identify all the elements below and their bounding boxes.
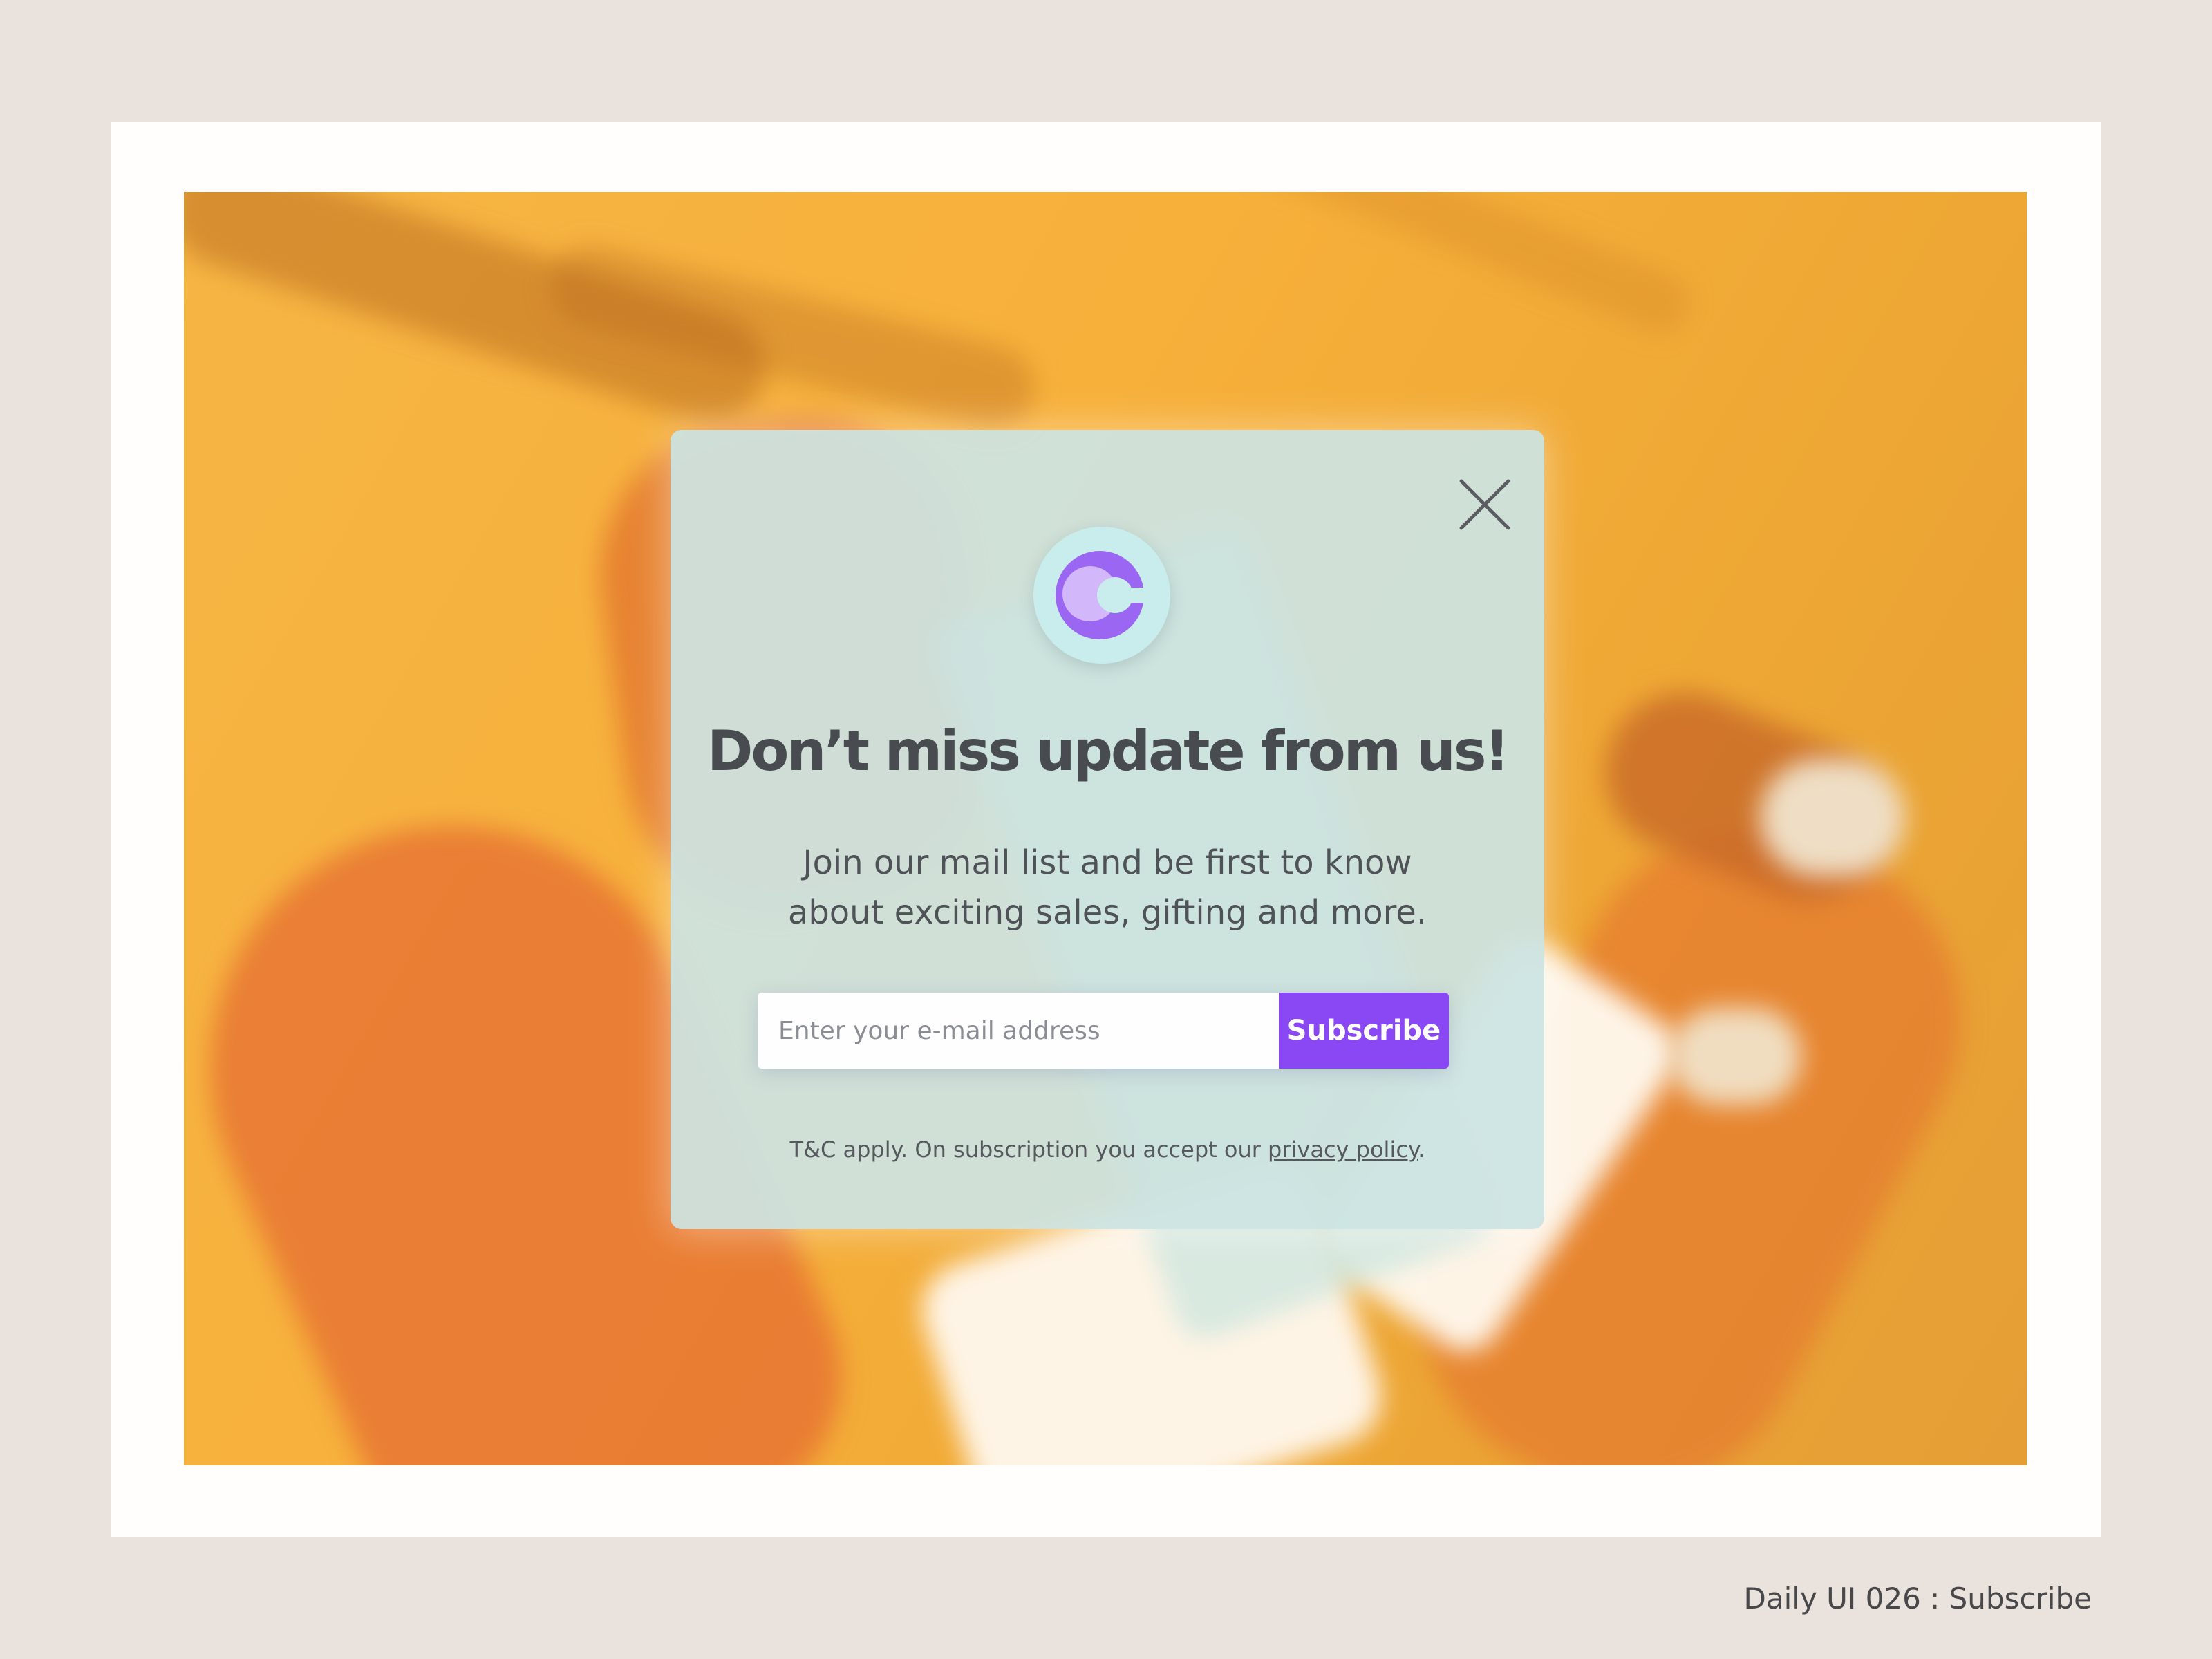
subscribe-button[interactable]: Subscribe — [1279, 993, 1449, 1069]
modal-description: Join our mail list and be first to know … — [740, 838, 1475, 937]
subscribe-modal: Don’t miss update from us! Join our mail… — [671, 430, 1544, 1229]
description-line-2: about exciting sales, gifting and more. — [787, 893, 1427, 932]
background-shadow-shape — [1226, 192, 1699, 343]
close-button[interactable] — [1459, 478, 1511, 531]
modal-title: Don’t miss update from us! — [707, 719, 1510, 783]
description-line-1: Join our mail list and be first to know — [803, 843, 1412, 882]
terms-suffix: . — [1418, 1136, 1425, 1163]
subscribe-form: Subscribe — [758, 993, 1449, 1069]
terms-text: T&C apply. On subscription you accept ou… — [671, 1136, 1544, 1163]
c-logo-icon — [1056, 551, 1150, 639]
background-stone-shape — [1760, 759, 1905, 877]
close-icon — [1459, 479, 1510, 530]
email-input[interactable] — [758, 993, 1279, 1069]
privacy-policy-link[interactable]: privacy policy — [1268, 1136, 1418, 1163]
brand-logo — [1033, 527, 1170, 664]
shot-caption: Daily UI 026 : Subscribe — [1743, 1582, 2092, 1615]
terms-prefix: T&C apply. On subscription you accept ou… — [789, 1136, 1268, 1163]
background-stone-shape — [1670, 1008, 1801, 1105]
